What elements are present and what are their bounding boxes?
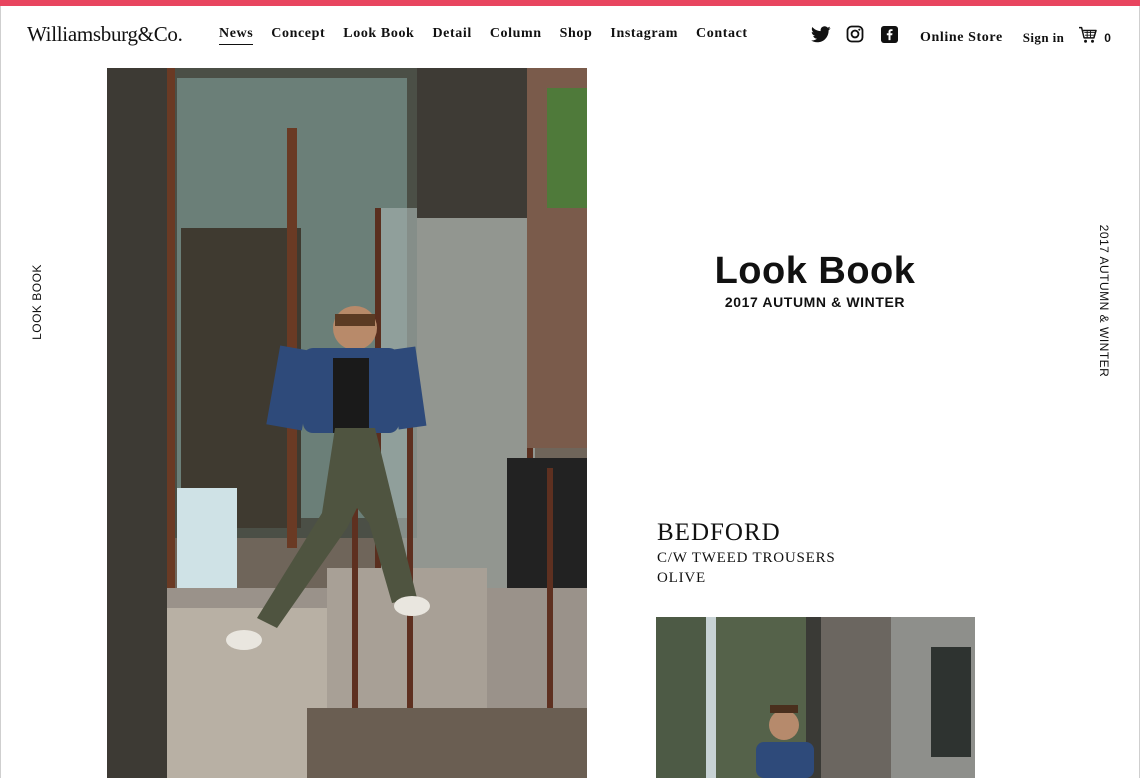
lookbook-title-block: Look Book 2017 AUTUMN & WINTER (655, 248, 975, 310)
instagram-icon[interactable] (845, 24, 865, 44)
product-color: OLIVE (657, 570, 706, 586)
nav-look-book[interactable]: Look Book (343, 26, 414, 45)
nav-news[interactable]: News (219, 26, 254, 45)
product-description: C/W TWEED TROUSERS (657, 550, 836, 566)
facebook-icon[interactable] (879, 24, 899, 44)
nav-contact[interactable]: Contact (696, 26, 748, 45)
nav-shop[interactable]: Shop (560, 26, 593, 45)
cart-icon (1078, 26, 1098, 49)
site-header: Williamsburg&Co. News Concept Look Book … (0, 6, 1140, 64)
cart-count: 0 (1104, 30, 1111, 45)
nav-detail[interactable]: Detail (432, 26, 471, 45)
thumbnail-photo-illustration (656, 617, 975, 778)
site-logo[interactable]: Williamsburg&Co. (27, 22, 183, 47)
hero-lookbook-photo (107, 68, 587, 778)
twitter-icon[interactable] (811, 24, 831, 44)
side-label-look-book: LOOK BOOK (30, 264, 44, 340)
online-store-link[interactable]: Online Store (920, 30, 1003, 46)
nav-instagram[interactable]: Instagram (610, 26, 678, 45)
product-name: BEDFORD (657, 519, 781, 546)
lookbook-subtitle: 2017 AUTUMN & WINTER (724, 294, 906, 310)
frame-left-border (0, 6, 1, 778)
cart-button[interactable]: 0 (1078, 26, 1111, 49)
nav-column[interactable]: Column (490, 26, 542, 45)
main-nav: News Concept Look Book Detail Column Sho… (219, 26, 748, 45)
header-right-links: Online Store Sign in 0 (920, 26, 1111, 49)
hero-photo-illustration (107, 68, 587, 778)
side-label-season: 2017 AUTUMN & WINTER (1097, 224, 1111, 378)
sign-in-link[interactable]: Sign in (1023, 30, 1064, 46)
product-info: BEDFORD C/W TWEED TROUSERS OLIVE (657, 518, 836, 588)
lookbook-title: Look Book (714, 250, 916, 292)
product-thumbnail-photo[interactable] (656, 617, 975, 778)
social-links (811, 24, 899, 44)
nav-concept[interactable]: Concept (271, 26, 325, 45)
